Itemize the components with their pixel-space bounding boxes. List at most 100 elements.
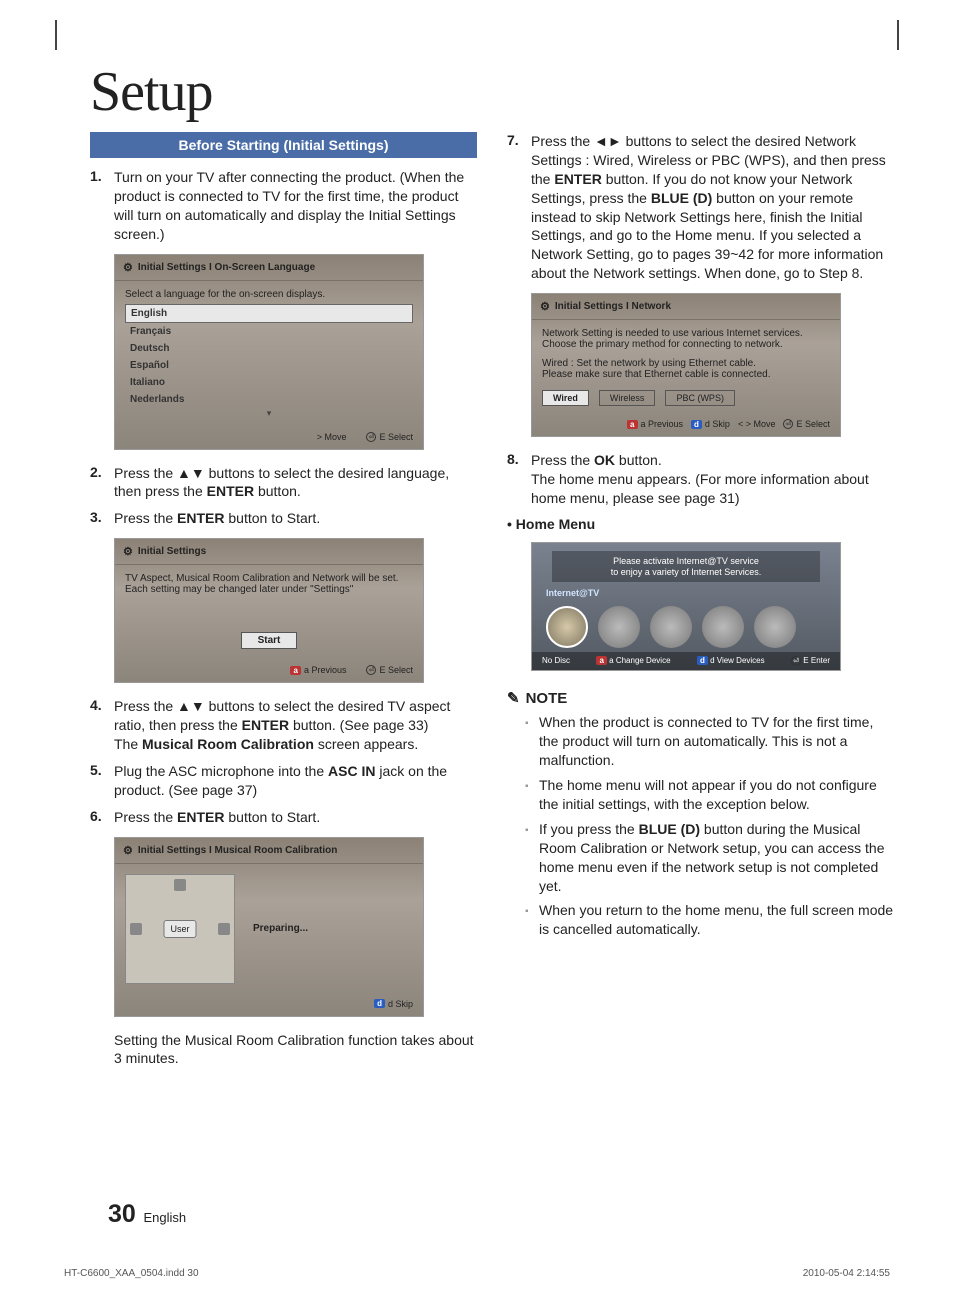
footer-move: < > Move (738, 419, 776, 429)
home-icons (532, 600, 840, 652)
step-number: 4. (90, 697, 114, 754)
net-line: Wired : Set the network by using Etherne… (542, 358, 830, 369)
step-text: Plug the ASC microphone into the ASC IN … (114, 762, 477, 800)
page-title: Setup (90, 60, 894, 124)
video-icon[interactable] (598, 606, 640, 648)
note-item: If you press the BLUE (D) button during … (525, 820, 894, 896)
step-number: 7. (507, 132, 531, 283)
step-number: 1. (90, 168, 114, 244)
screen-line: Each setting may be changed later under … (125, 584, 413, 595)
footer-select: ⏎ E Select (783, 419, 830, 429)
left-steps-3: 4. Press the ▲▼ buttons to select the de… (90, 697, 477, 826)
calib-status: Preparing... (253, 923, 308, 934)
step-text: Turn on your TV after connecting the pro… (114, 168, 477, 244)
screen-language: ⚙ Initial Settings I On-Screen Language … (114, 254, 424, 450)
footer-select: ⏎ E Select (366, 665, 413, 675)
net-line: Please make sure that Ethernet cable is … (542, 369, 830, 380)
net-pbc-button[interactable]: PBC (WPS) (665, 390, 735, 406)
gear-icon: ⚙ (540, 300, 550, 313)
screen-line: TV Aspect, Musical Room Calibration and … (125, 573, 413, 584)
net-wired-button[interactable]: Wired (542, 390, 589, 406)
home-label: Internet@TV (532, 588, 840, 600)
note-icon: ✎ (507, 689, 520, 707)
note-item: When you return to the home menu, the fu… (525, 901, 894, 939)
footer-skip: d d Skip (691, 419, 730, 429)
internet-tv-icon[interactable] (546, 606, 588, 648)
step-7: 7. Press the ◄► buttons to select the de… (507, 132, 894, 283)
settings-icon[interactable] (754, 606, 796, 648)
music-icon[interactable] (650, 606, 692, 648)
page-language: English (143, 1210, 186, 1225)
step-number: 6. (90, 808, 114, 827)
screen-start: ⚙ Initial Settings TV Aspect, Musical Ro… (114, 538, 424, 683)
screen-title: Initial Settings I Musical Room Calibrat… (138, 845, 337, 856)
screen-title: Initial Settings (138, 546, 206, 557)
screen-title: Initial Settings I Network (555, 301, 671, 312)
screen-header: ⚙ Initial Settings I On-Screen Language (115, 255, 423, 281)
photo-icon[interactable] (702, 606, 744, 648)
home-enter: ⏎ E Enter (791, 656, 830, 666)
step-5: 5. Plug the ASC microphone into the ASC … (90, 762, 477, 800)
gear-icon: ⚙ (123, 545, 133, 558)
meta-timestamp: 2010-05-04 2:14:55 (803, 1268, 890, 1279)
step-number: 8. (507, 451, 531, 508)
meta-filename: HT-C6600_XAA_0504.indd 30 (64, 1268, 199, 1279)
footer-previous: a a Previous (290, 665, 346, 675)
screen-header: ⚙ Initial Settings (115, 539, 423, 565)
footer-select: ⏎ E Select (366, 432, 413, 442)
note-heading: ✎ NOTE (507, 689, 894, 707)
step-number: 5. (90, 762, 114, 800)
lang-item-italiano[interactable]: Italiano (125, 374, 413, 391)
screen-network: ⚙ Initial Settings I Network Network Set… (531, 293, 841, 437)
lang-item-nederlands[interactable]: Nederlands (125, 391, 413, 408)
step-text: Press the ▲▼ buttons to select the desir… (114, 697, 477, 754)
left-steps-2: 2. Press the ▲▼ buttons to select the de… (90, 464, 477, 529)
home-menu-heading: • Home Menu (507, 516, 894, 532)
screen-header: ⚙ Initial Settings I Musical Room Calibr… (115, 838, 423, 864)
net-wireless-button[interactable]: Wireless (599, 390, 656, 406)
step-1: 1. Turn on your TV after connecting the … (90, 168, 477, 244)
note-title: NOTE (526, 690, 568, 707)
step-text: Press the OK button. The home menu appea… (531, 451, 894, 508)
step-8: 8. Press the OK button. The home menu ap… (507, 451, 894, 508)
footer-move: > Move (317, 432, 347, 442)
home-nodisc: No Disc (542, 656, 570, 666)
step-3: 3. Press the ENTER button to Start. (90, 509, 477, 528)
screen-title: Initial Settings I On-Screen Language (138, 262, 315, 273)
page-number: 30 (108, 1200, 136, 1228)
step-6: 6. Press the ENTER button to Start. (90, 808, 477, 827)
footer-skip: d d Skip (374, 999, 413, 1009)
home-view: d d View Devices (697, 656, 765, 666)
home-banner: Please activate Internet@TV service to e… (552, 551, 820, 583)
left-column: Before Starting (Initial Settings) 1. Tu… (90, 132, 477, 1078)
step-text: Press the ◄► buttons to select the desir… (531, 132, 894, 283)
footer-previous: a a Previous (627, 419, 683, 429)
room-diagram: User (125, 874, 235, 984)
section-heading: Before Starting (Initial Settings) (90, 132, 477, 158)
step-4: 4. Press the ▲▼ buttons to select the de… (90, 697, 477, 754)
step-text: Press the ENTER button to Start. (114, 808, 477, 827)
home-change: a a Change Device (596, 656, 670, 666)
lang-item-deutsch[interactable]: Deutsch (125, 340, 413, 357)
net-line: Choose the primary method for connecting… (542, 339, 830, 350)
right-steps: 7. Press the ◄► buttons to select the de… (507, 132, 894, 283)
step-2: 2. Press the ▲▼ buttons to select the de… (90, 464, 477, 502)
step-text: Press the ▲▼ buttons to select the desir… (114, 464, 477, 502)
lang-item-espanol[interactable]: Español (125, 357, 413, 374)
start-button[interactable]: Start (241, 632, 298, 649)
net-line: Network Setting is needed to use various… (542, 328, 830, 339)
lang-item-francais[interactable]: Français (125, 323, 413, 340)
note-item: The home menu will not appear if you do … (525, 776, 894, 814)
screen-home: Please activate Internet@TV service to e… (531, 542, 841, 672)
step-number: 3. (90, 509, 114, 528)
calib-note: Setting the Musical Room Calibration fun… (114, 1031, 477, 1069)
step-number: 2. (90, 464, 114, 502)
user-label: User (163, 920, 196, 938)
lang-item-english[interactable]: English (125, 304, 413, 323)
note-item: When the product is connected to TV for … (525, 713, 894, 770)
page-footer: 30 English (108, 1200, 186, 1229)
left-steps: 1. Turn on your TV after connecting the … (90, 168, 477, 244)
right-steps-2: 8. Press the OK button. The home menu ap… (507, 451, 894, 508)
step-text: Press the ENTER button to Start. (114, 509, 477, 528)
gear-icon: ⚙ (123, 844, 133, 857)
